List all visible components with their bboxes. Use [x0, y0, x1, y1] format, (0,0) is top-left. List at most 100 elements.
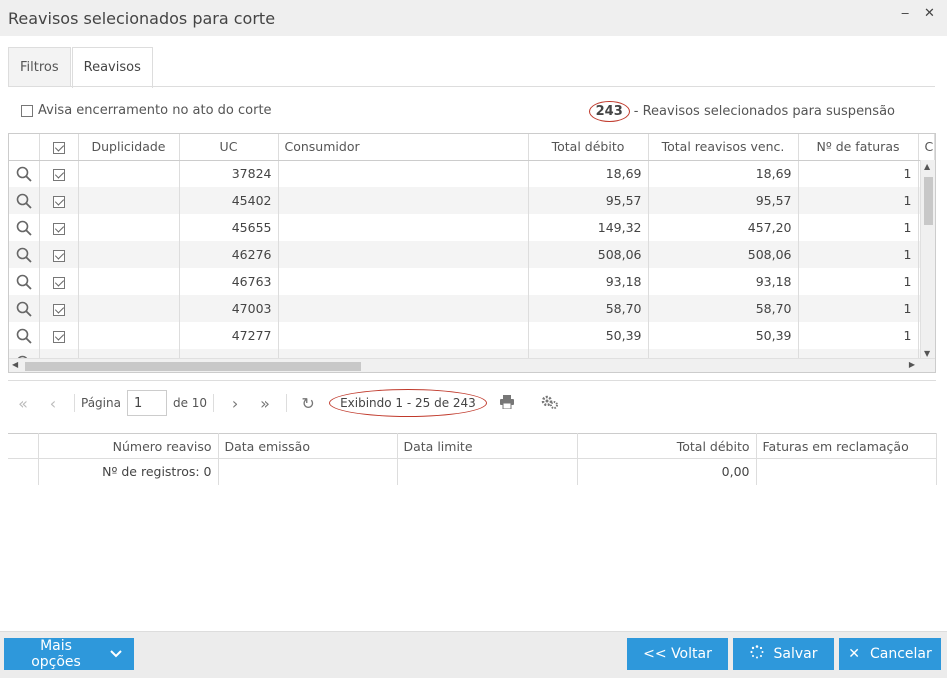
view-detail-cell[interactable] [9, 187, 40, 214]
row-checkbox[interactable] [52, 276, 65, 289]
tab-filtros[interactable]: Filtros [8, 47, 71, 87]
detail-header-empty [8, 433, 39, 459]
row-checkbox[interactable] [52, 330, 65, 343]
header-n-faturas[interactable]: Nº de faturas [798, 134, 919, 161]
avisa-checkbox[interactable] [21, 104, 33, 117]
last-page-icon[interactable]: » [250, 394, 280, 413]
table-row[interactable]: 46763 93,18 93,18 1 [9, 268, 935, 295]
magnifier-icon[interactable] [16, 192, 32, 209]
row-select-cell[interactable] [39, 214, 79, 241]
summary-cell-empty [8, 458, 39, 485]
horizontal-scrollbar[interactable]: ◀ ▶ [9, 358, 935, 372]
detail-header-limite[interactable]: Data limite [397, 433, 578, 459]
detail-header-faturas[interactable]: Faturas em reclamação [756, 433, 937, 459]
magnifier-icon[interactable] [16, 300, 32, 317]
view-detail-cell[interactable] [9, 322, 40, 349]
cancelar-button[interactable]: ✕ Cancelar [839, 638, 941, 670]
next-page-icon[interactable]: › [220, 394, 250, 413]
minimize-icon[interactable]: ‒ [901, 6, 909, 21]
table-row[interactable]: 47277 50,39 50,39 1 [9, 322, 935, 349]
row-checkbox[interactable] [52, 195, 65, 208]
header-total-debito[interactable]: Total débito [528, 134, 649, 161]
table-row[interactable]: 45402 95,57 95,57 1 [9, 187, 935, 214]
header-c[interactable]: C [918, 134, 935, 161]
cell-uc: 46763 [179, 268, 279, 295]
summary-cell-empty [756, 458, 937, 485]
summary-registros: Nº de registros: 0 [38, 458, 219, 485]
row-checkbox[interactable] [52, 249, 65, 262]
detail-header-emissao[interactable]: Data emissão [218, 433, 398, 459]
cell-duplicidade [78, 241, 180, 268]
voltar-button[interactable]: << Voltar [627, 638, 728, 670]
selection-summary: 243 - Reavisos selecionados para suspens… [588, 101, 895, 122]
header-duplicidade[interactable]: Duplicidade [78, 134, 180, 161]
row-checkbox[interactable] [52, 222, 65, 235]
cell-total-reavisos: 508,06 [648, 241, 799, 268]
row-checkbox[interactable] [52, 168, 65, 181]
cell-duplicidade [78, 187, 180, 214]
row-select-cell[interactable] [39, 295, 79, 322]
close-icon[interactable]: ✕ [924, 6, 935, 21]
magnifier-icon[interactable] [16, 327, 32, 344]
scroll-up-icon[interactable]: ▲ [924, 162, 930, 171]
mais-opcoes-button[interactable]: Mais opções [4, 638, 134, 670]
view-detail-cell[interactable] [9, 160, 40, 187]
pager-separator [74, 394, 75, 412]
summary-total-debito: 0,00 [577, 458, 757, 485]
salvar-button[interactable]: Salvar [733, 638, 834, 670]
table-row[interactable]: 37824 18,69 18,69 1 [9, 160, 935, 187]
row-select-cell[interactable] [39, 268, 79, 295]
tab-reavisos[interactable]: Reavisos [71, 47, 153, 88]
avisa-option[interactable]: Avisa encerramento no ato do corte [21, 103, 272, 118]
view-detail-cell[interactable] [9, 268, 40, 295]
print-icon[interactable] [499, 394, 515, 412]
vertical-scroll-thumb[interactable] [924, 177, 933, 225]
header-consumidor[interactable]: Consumidor [278, 134, 529, 161]
cell-total-debito: 149,32 [528, 214, 649, 241]
refresh-icon[interactable]: ↻ [293, 394, 323, 413]
table-row[interactable]: 45655 149,32 457,20 1 [9, 214, 935, 241]
row-select-cell[interactable] [39, 187, 79, 214]
detail-header-numero[interactable]: Número reaviso [38, 433, 219, 459]
table-row[interactable]: 47003 58,70 58,70 1 [9, 295, 935, 322]
cell-uc: 47003 [179, 295, 279, 322]
cell-n-faturas: 1 [798, 214, 919, 241]
table-row[interactable]: 46276 508,06 508,06 1 [9, 241, 935, 268]
view-detail-cell[interactable] [9, 241, 40, 268]
magnifier-icon[interactable] [16, 273, 32, 290]
header-select-all[interactable] [39, 134, 79, 161]
row-select-cell[interactable] [39, 160, 79, 187]
vertical-scrollbar[interactable]: ▲ ▼ [920, 160, 935, 360]
magnifier-icon[interactable] [16, 246, 32, 263]
prev-page-icon[interactable]: ‹ [38, 394, 68, 413]
row-select-cell[interactable] [39, 241, 79, 268]
header-total-reavisos[interactable]: Total reavisos venc. [648, 134, 799, 161]
salvar-label: Salvar [773, 646, 818, 662]
row-select-cell[interactable] [39, 322, 79, 349]
page-number-input[interactable] [126, 390, 167, 416]
settings-gears-icon[interactable] [541, 395, 559, 412]
cell-n-faturas: 1 [798, 268, 919, 295]
scroll-left-icon[interactable]: ◀ [12, 360, 18, 369]
cell-n-faturas: 1 [798, 241, 919, 268]
cell-total-reavisos: 50,39 [648, 322, 799, 349]
first-page-icon[interactable]: « [8, 394, 38, 413]
scroll-down-icon[interactable]: ▼ [924, 349, 930, 358]
view-detail-cell[interactable] [9, 295, 40, 322]
detail-header-total[interactable]: Total débito [577, 433, 757, 459]
horizontal-scroll-thumb[interactable] [25, 362, 361, 371]
summary-cell-empty [397, 458, 578, 485]
magnifier-icon[interactable] [16, 166, 32, 182]
view-detail-cell[interactable] [9, 214, 40, 241]
magnifier-icon[interactable] [16, 219, 32, 236]
header-uc[interactable]: UC [179, 134, 279, 161]
row-checkbox[interactable] [52, 303, 65, 316]
cell-n-faturas: 1 [798, 295, 919, 322]
window-title: Reavisos selecionados para corte [8, 8, 276, 28]
cell-consumidor [278, 295, 529, 322]
scroll-right-icon[interactable]: ▶ [909, 360, 915, 369]
mais-opcoes-label: Mais opções [31, 638, 81, 670]
select-all-checkbox[interactable] [52, 141, 65, 154]
window-titlebar: Reavisos selecionados para corte ‒ ✕ [0, 0, 947, 36]
detail-grid: Número reaviso Data emissão Data limite … [8, 433, 937, 485]
